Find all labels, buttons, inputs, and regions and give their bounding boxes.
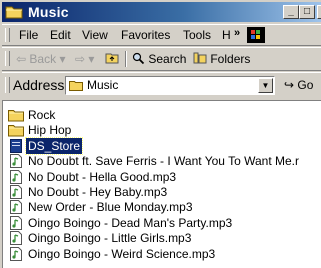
list-item-label: Rock: [28, 108, 56, 122]
minimize-button[interactable]: _: [283, 5, 299, 19]
chevron-down-icon: ▼: [261, 81, 270, 90]
standard-toolbar: ⇦ Back ▾ ⇨ ▾ Search Folders: [2, 47, 321, 71]
maximize-button[interactable]: □: [299, 5, 315, 19]
forward-arrow-icon: ⇨: [75, 52, 86, 66]
go-arrow-icon: ↪: [284, 78, 295, 92]
list-item-label: No Doubt - Hey Baby.mp3: [28, 185, 168, 199]
folder-icon: [69, 80, 83, 91]
search-label: Search: [148, 52, 187, 66]
list-item-label: DS_Store: [24, 136, 84, 155]
go-button[interactable]: ↪ Go: [284, 78, 313, 92]
folder-icon: [8, 123, 24, 137]
folders-label: Folders: [210, 52, 251, 66]
list-item-label: Oingo Boingo - Dead Man's Party.mp3: [28, 215, 233, 230]
title-bar[interactable]: Music _ □ ×: [2, 2, 321, 22]
list-item-label: Oingo Boingo - Little Girls.mp3: [28, 231, 192, 246]
menu-file[interactable]: File: [19, 28, 38, 42]
mp3-icon: [8, 246, 24, 261]
list-item-label: New Order - Blue Monday.mp3: [28, 200, 193, 215]
explorer-window: Music _ □ × File Edit View Favorites Too…: [0, 0, 321, 268]
toolbar-grip[interactable]: [5, 51, 10, 66]
mp3-icon: [8, 169, 24, 184]
menu-grip[interactable]: [5, 28, 10, 42]
menu-help[interactable]: H: [222, 28, 231, 42]
file-icon: [8, 138, 24, 153]
list-item-label: No Doubt - Hella Good.mp3: [28, 169, 177, 184]
forward-dropdown-icon: ▾: [88, 52, 95, 66]
address-grip[interactable]: [5, 77, 10, 93]
list-item-label: Oingo Boingo - Weird Science.mp3: [28, 246, 216, 261]
mp3-icon: [8, 185, 24, 199]
menu-bar: File Edit View Favorites Tools H »: [2, 24, 321, 46]
search-button[interactable]: Search: [132, 52, 186, 66]
list-item-label: No Doubt ft. Save Ferris - I Want You To…: [28, 154, 299, 169]
mp3-icon: [8, 231, 24, 246]
back-dropdown-icon: ▾: [59, 52, 66, 66]
up-folder-icon: [105, 52, 119, 66]
menu-favorites[interactable]: Favorites: [121, 28, 170, 42]
address-value: Music: [87, 78, 119, 92]
toolbar-separator: [125, 51, 127, 67]
go-label: Go: [297, 78, 314, 92]
windows-logo-icon: [247, 27, 265, 43]
file-list[interactable]: Rock Hip Hop DS_Store No Doubt ft. Save Fer…: [2, 100, 321, 268]
folder-icon: [5, 4, 23, 19]
forward-button[interactable]: ⇨ ▾: [75, 52, 94, 66]
search-icon: [132, 52, 148, 66]
mp3-icon: [8, 154, 24, 169]
folders-icon: [193, 52, 210, 66]
mp3-icon: [8, 200, 24, 215]
window-title: Music: [28, 4, 69, 20]
address-dropdown-button[interactable]: ▼: [258, 78, 273, 93]
back-label: Back: [29, 52, 57, 66]
list-item-label: Hip Hop: [28, 123, 72, 138]
menu-tools[interactable]: Tools: [183, 28, 211, 42]
address-label: Address: [13, 77, 65, 93]
back-arrow-icon: ⇦: [16, 52, 27, 66]
close-button[interactable]: ×: [317, 5, 321, 19]
menu-edit[interactable]: Edit: [50, 28, 71, 42]
menu-view[interactable]: View: [82, 28, 108, 42]
folder-icon: [8, 108, 24, 122]
address-bar: Address Music ▼ ↪ Go: [2, 72, 321, 98]
up-folder-button[interactable]: [105, 52, 119, 66]
mp3-icon: [8, 215, 24, 230]
address-field[interactable]: Music ▼: [65, 76, 275, 95]
menu-overflow-chevron[interactable]: »: [234, 27, 240, 39]
back-button[interactable]: ⇦ Back ▾: [16, 52, 65, 66]
folders-button[interactable]: Folders: [193, 52, 250, 66]
